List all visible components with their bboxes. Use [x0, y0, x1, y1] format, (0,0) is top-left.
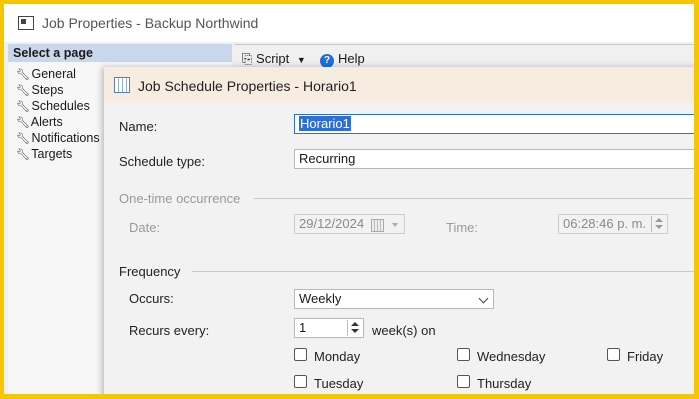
page-item-targets[interactable]: 🔧︎ Targets: [16, 146, 72, 162]
friday-label: Friday: [627, 349, 664, 364]
thursday-label: Thursday: [477, 376, 532, 391]
outer-window-title: Job Properties - Backup Northwind: [42, 15, 259, 31]
time-label: Time:: [446, 220, 479, 235]
page-item-schedules[interactable]: 🔧︎ Schedules: [16, 98, 90, 114]
outer-title-bar: Job Properties - Backup Northwind: [4, 4, 694, 42]
wrench-icon: 🔧︎: [16, 149, 30, 161]
page-item-label: Notifications: [31, 131, 100, 145]
recurs-every-label: Recurs every:: [129, 323, 210, 338]
schedule-type-value: Recurring: [299, 151, 356, 166]
recurs-every-spinner[interactable]: 1: [294, 318, 364, 338]
name-input[interactable]: Horario1: [294, 114, 694, 134]
page-item-label: Steps: [31, 83, 64, 97]
occurs-label: Occurs:: [129, 291, 174, 306]
script-icon: ⎘: [242, 51, 253, 66]
spinner-arrows-icon[interactable]: [347, 320, 362, 336]
wrench-icon: 🔧︎: [16, 85, 30, 97]
group-divider: [192, 271, 694, 272]
dropdown-arrow-icon: ▼: [296, 55, 306, 65]
monday-label: Monday: [314, 349, 361, 364]
spinner-arrows-icon[interactable]: [651, 216, 666, 232]
name-label: Name:: [119, 119, 158, 134]
help-icon: ?: [320, 54, 334, 68]
time-value: 06:28:46 p. m.: [563, 216, 647, 231]
page-item-label: Schedules: [31, 99, 90, 113]
chevron-down-icon: [478, 293, 489, 304]
wrench-icon: 🔧︎: [16, 101, 30, 113]
thursday-checkbox[interactable]: [457, 375, 470, 388]
wednesday-checkbox[interactable]: [457, 348, 470, 361]
dialog-title-bar: Job Schedule Properties - Horario1: [104, 67, 694, 103]
page-item-steps[interactable]: 🔧︎ Steps: [16, 82, 63, 98]
page-item-label: Targets: [31, 147, 73, 161]
occurs-select[interactable]: Weekly: [294, 289, 494, 309]
tuesday-label: Tuesday: [314, 376, 364, 391]
one-time-group-label: One-time occurrence: [119, 191, 241, 206]
script-button[interactable]: ⎘ Script ▼: [242, 51, 306, 67]
date-picker[interactable]: 29/12/2024: [294, 214, 405, 234]
wrench-icon: 🔧︎: [16, 117, 30, 129]
calendar-icon: [114, 77, 130, 93]
wrench-icon: 🔧︎: [16, 69, 30, 81]
dropdown-arrow-icon: [392, 223, 398, 227]
dialog-title: Job Schedule Properties - Horario1: [138, 78, 357, 94]
page-item-alerts[interactable]: 🔧︎ Alerts: [16, 114, 63, 130]
friday-checkbox[interactable]: [607, 348, 620, 361]
date-value: 29/12/2024: [299, 216, 365, 231]
select-page-header: Select a page: [8, 44, 232, 62]
wednesday-label: Wednesday: [477, 349, 546, 364]
page-item-label: General: [31, 67, 76, 81]
script-label: Script: [256, 51, 290, 66]
job-schedule-dialog: Job Schedule Properties - Horario1 Name:…: [104, 67, 694, 394]
group-divider: [254, 198, 694, 199]
wrench-icon: 🔧︎: [16, 133, 30, 145]
date-label: Date:: [129, 220, 161, 235]
name-value: Horario1: [299, 116, 351, 131]
frequency-group-label: Frequency: [119, 264, 181, 279]
page-item-general[interactable]: 🔧︎ General: [16, 66, 76, 82]
help-label: Help: [338, 51, 365, 66]
page-item-notifications[interactable]: 🔧︎ Notifications: [16, 130, 100, 146]
occurs-value: Weekly: [299, 291, 342, 306]
recurs-unit-label: week(s) on: [372, 323, 436, 338]
job-properties-window: Job Properties - Backup Northwind Select…: [4, 4, 694, 394]
recurs-value: 1: [299, 320, 307, 335]
schedule-type-label: Schedule type:: [119, 154, 206, 169]
monday-checkbox[interactable]: [294, 348, 307, 361]
page-item-label: Alerts: [30, 115, 63, 129]
window-icon: [18, 16, 34, 30]
time-spinner[interactable]: 06:28:46 p. m.: [558, 214, 668, 234]
help-button[interactable]: ? Help: [320, 51, 365, 68]
schedule-type-select[interactable]: Recurring: [294, 149, 694, 169]
tuesday-checkbox[interactable]: [294, 375, 307, 388]
calendar-icon: [371, 219, 384, 232]
